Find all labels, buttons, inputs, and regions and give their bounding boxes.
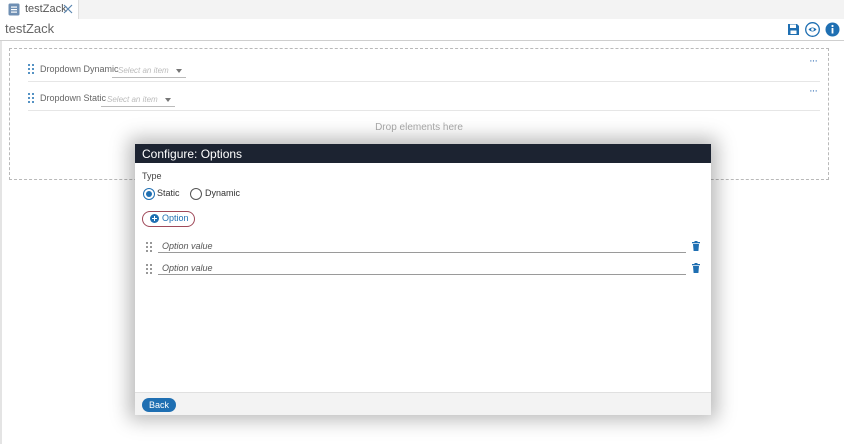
- plus-icon: [150, 214, 159, 223]
- tab-testzack[interactable]: testZack: [0, 0, 79, 19]
- dialog-footer: Back: [135, 392, 711, 415]
- dialog-title: Configure: Options: [142, 147, 243, 161]
- page-header: testZack: [0, 19, 844, 41]
- option-row: [146, 239, 701, 255]
- left-edge-rule: [0, 41, 2, 444]
- configure-options-dialog: Configure: Options Type Static Dynamic O…: [135, 144, 711, 415]
- close-icon[interactable]: [63, 4, 73, 14]
- eye-icon[interactable]: [805, 22, 820, 37]
- save-icon[interactable]: [786, 22, 801, 37]
- field-label: Dropdown Static: [40, 93, 107, 103]
- tab-label: testZack: [25, 3, 67, 15]
- trash-icon[interactable]: [692, 241, 700, 251]
- add-option-label: Option: [162, 213, 189, 223]
- option-row: [146, 261, 701, 277]
- drag-handle-icon[interactable]: [146, 264, 152, 274]
- select-placeholder: Select an item: [107, 95, 158, 104]
- radio-static[interactable]: [143, 188, 155, 200]
- option-value-input[interactable]: [158, 261, 686, 275]
- dialog-header: Configure: Options: [135, 144, 711, 163]
- drag-handle-icon[interactable]: [146, 242, 152, 252]
- add-option-button[interactable]: Option: [142, 211, 195, 227]
- form-row-dropdown-static[interactable]: Dropdown Static Select an item: [28, 88, 820, 111]
- chevron-down-icon: [176, 69, 182, 73]
- document-icon: [8, 3, 20, 16]
- radio-dynamic-label[interactable]: Dynamic: [205, 188, 240, 198]
- more-options-icon[interactable]: ···: [809, 55, 818, 67]
- drop-zone-hint: Drop elements here: [375, 122, 463, 133]
- drag-handle-icon[interactable]: [28, 64, 34, 74]
- drag-handle-icon[interactable]: [28, 93, 34, 103]
- dropdown-static-select[interactable]: Select an item: [101, 95, 175, 107]
- radio-static-label[interactable]: Static: [157, 188, 180, 198]
- dropdown-dynamic-select[interactable]: Select an item: [112, 66, 186, 78]
- field-label: Dropdown Dynamic: [40, 64, 119, 74]
- trash-icon[interactable]: [692, 263, 700, 273]
- type-label: Type: [142, 171, 162, 181]
- more-options-icon[interactable]: ···: [809, 85, 818, 97]
- back-button[interactable]: Back: [142, 398, 176, 412]
- tab-bar: testZack: [0, 0, 844, 20]
- select-placeholder: Select an item: [118, 66, 169, 75]
- option-value-input[interactable]: [158, 239, 686, 253]
- radio-dynamic[interactable]: [190, 188, 202, 200]
- chevron-down-icon: [165, 98, 171, 102]
- form-row-dropdown-dynamic[interactable]: Dropdown Dynamic Select an item: [28, 59, 820, 82]
- info-icon[interactable]: [825, 22, 840, 37]
- page-title: testZack: [5, 21, 55, 36]
